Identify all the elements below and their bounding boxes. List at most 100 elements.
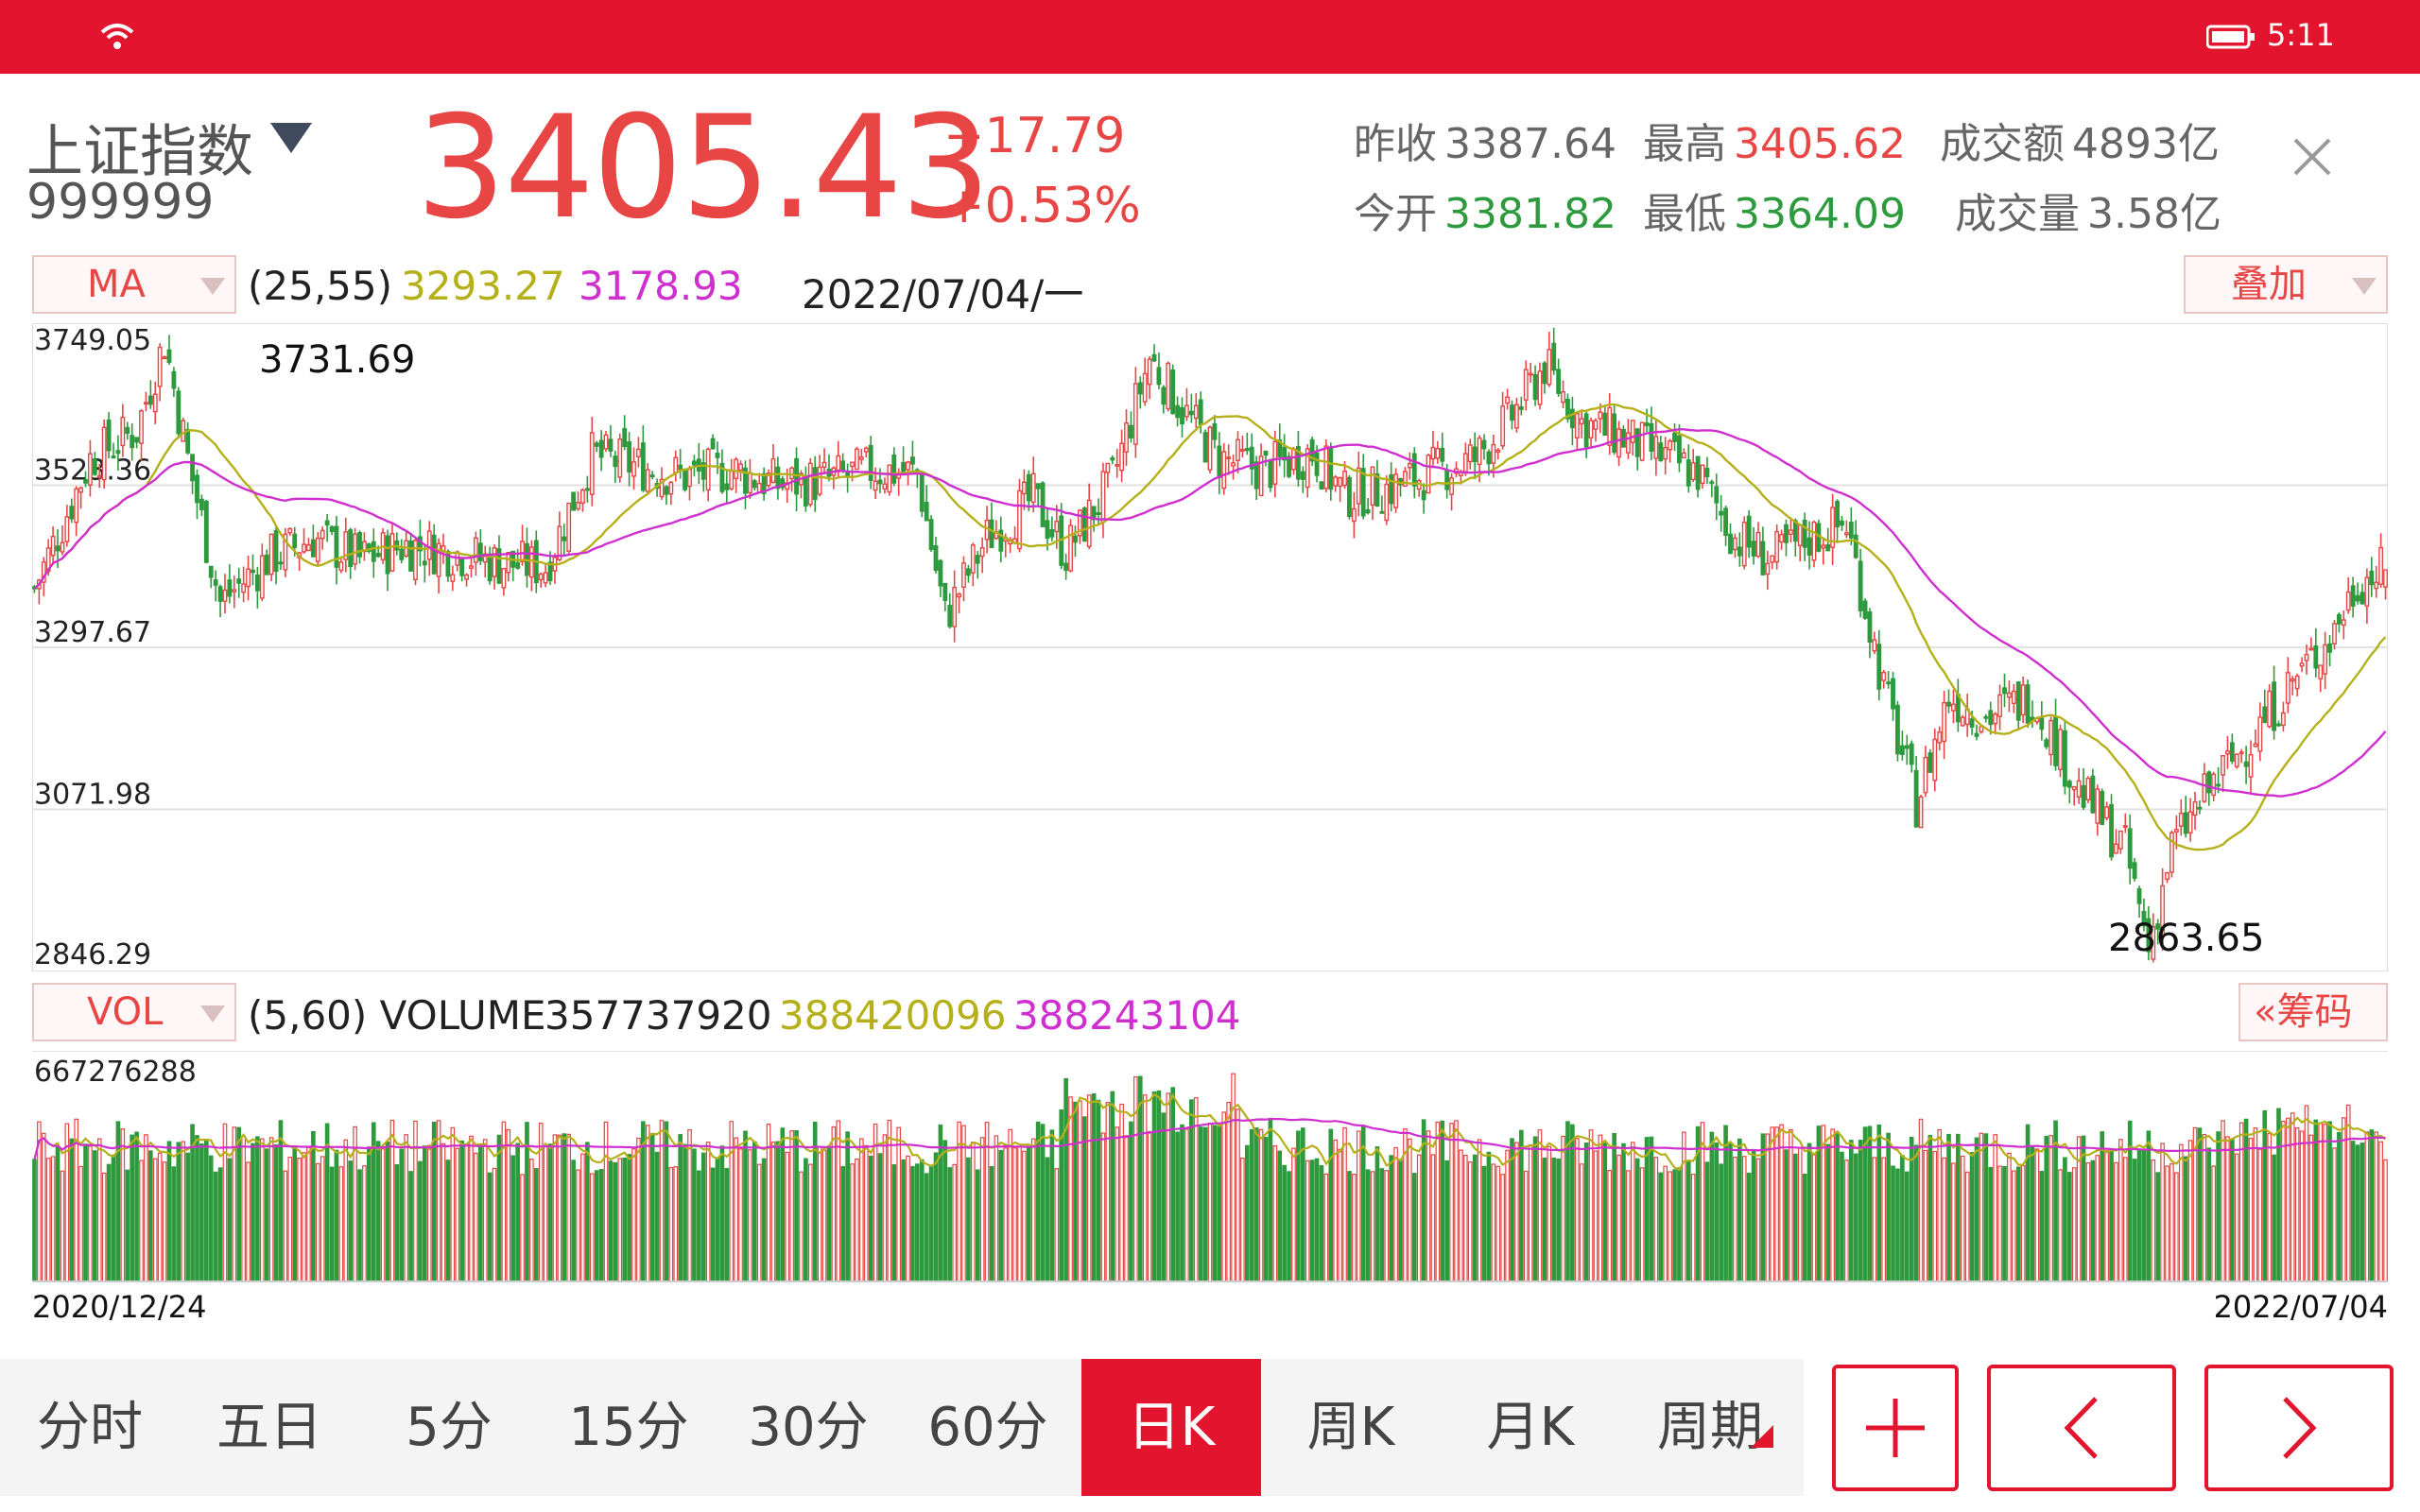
candle-body [408, 540, 414, 572]
candle-body [506, 551, 511, 574]
candle-body [1338, 476, 1343, 488]
volume-bar [203, 1140, 209, 1282]
candle-body [1677, 435, 1682, 464]
volume-bar [362, 1165, 367, 1282]
candle-body [2285, 672, 2290, 704]
volume-bar [251, 1143, 255, 1282]
volume-bar [148, 1150, 153, 1282]
overlay-button[interactable]: 叠加 [2184, 255, 2388, 314]
candle-body [1802, 519, 1807, 548]
candle-body [2318, 664, 2324, 679]
volume-bar [445, 1160, 451, 1282]
volume-bar [1946, 1133, 1951, 1282]
volume-bar [1049, 1129, 1055, 1282]
candle-body [1180, 406, 1184, 425]
volume-bar [1690, 1174, 1696, 1282]
tab-30min[interactable]: 30分 [718, 1359, 898, 1496]
chips-button[interactable]: «筹码 [2238, 983, 2388, 1041]
volume-bar [692, 1148, 697, 1282]
dropdown-arrow-icon[interactable] [268, 119, 314, 157]
volume-bar [2160, 1143, 2165, 1282]
volume-bar [2183, 1156, 2188, 1282]
volume-bar [268, 1137, 274, 1282]
price-chart[interactable]: 3749.053523.363297.673071.982846.293731.… [31, 322, 2389, 975]
volume-bar [320, 1156, 325, 1282]
volume-bar [770, 1141, 776, 1282]
volume-bar [2090, 1160, 2096, 1282]
volume-bar [1997, 1165, 2002, 1282]
volume-bar [130, 1134, 134, 1282]
volume-bar [1918, 1118, 1924, 1282]
close-icon[interactable] [2291, 136, 2333, 178]
next-button[interactable] [2204, 1365, 2394, 1491]
volume-bar [915, 1163, 920, 1282]
volume-bar [1384, 1170, 1390, 1282]
volume-chart[interactable]: 667276288 2020/12/24 2022/07/04 [32, 1050, 2388, 1329]
ma-selector[interactable]: MA [32, 255, 236, 314]
tab-weekly-k[interactable]: 周K [1261, 1359, 1441, 1496]
volume-bar [1054, 1168, 1060, 1282]
candle-body [1054, 521, 1060, 533]
volume-bar [1876, 1124, 1882, 1282]
volume-bar [1491, 1163, 1496, 1282]
candle-body [1115, 463, 1120, 467]
volume-bar [1719, 1163, 1723, 1282]
candle-body [399, 548, 405, 560]
corner-triangle-icon [1751, 1425, 1773, 1448]
volume-bar [1867, 1125, 1873, 1282]
candle-body [817, 466, 822, 495]
candle-body [2336, 613, 2342, 625]
volume-bar [311, 1130, 316, 1282]
zoom-in-button[interactable] [1832, 1365, 1959, 1491]
volume-bar [738, 1148, 743, 1282]
candle-body [1505, 396, 1510, 404]
candle-body [622, 428, 628, 448]
candle-body [882, 483, 888, 490]
candle-body [115, 450, 121, 455]
candle-body [251, 569, 255, 574]
vol-ma2-value: 388243104 [1013, 992, 1241, 1039]
volume-bar [101, 1172, 107, 1282]
candle-body [1574, 413, 1580, 438]
tab-wuri[interactable]: 五日 [180, 1359, 359, 1496]
tab-daily-k[interactable]: 日K [1081, 1359, 1261, 1496]
volume-bar [906, 1155, 910, 1282]
volume-bar [705, 1142, 711, 1282]
volume-bar [547, 1143, 553, 1282]
volume-bar [1110, 1091, 1115, 1282]
stat-low: 最低 3364.09 [1643, 190, 1906, 238]
volume-bar [1951, 1162, 1956, 1282]
candle-body [1407, 462, 1412, 469]
candlestick-chart[interactable]: 3749.053523.363297.673071.982846.293731.… [31, 322, 2389, 972]
candle-body [273, 530, 279, 572]
prev-button[interactable] [1987, 1365, 2176, 1491]
volume-bar [1784, 1149, 1789, 1282]
candle-body [2341, 619, 2346, 627]
tab-5min[interactable]: 5分 [359, 1359, 539, 1496]
candle-body [1561, 390, 1565, 404]
candle-body [1365, 508, 1371, 514]
candle-body [691, 460, 697, 466]
tab-fenshi[interactable]: 分时 [0, 1359, 180, 1496]
volume-bar [1151, 1091, 1157, 1282]
volume-bars[interactable]: 667276288 2020/12/24 2022/07/04 [32, 1050, 2388, 1325]
candle-body [1063, 562, 1069, 571]
candle-body [1872, 639, 1877, 652]
volume-bar [2221, 1120, 2225, 1282]
vol-selector[interactable]: VOL [32, 983, 236, 1041]
volume-bar [1612, 1132, 1616, 1282]
candle-body [2085, 778, 2091, 800]
candle-body [222, 589, 228, 602]
tab-15min[interactable]: 15分 [539, 1359, 718, 1496]
volume-bar [273, 1143, 279, 1282]
candle-body [1583, 413, 1589, 448]
volume-bar [1389, 1155, 1394, 1282]
volume-bar [2015, 1166, 2021, 1282]
chevron-left-icon [2064, 1397, 2098, 1459]
candle-body [2350, 585, 2356, 607]
volume-bar [399, 1148, 405, 1282]
volume-bar [850, 1163, 855, 1282]
tab-60min[interactable]: 60分 [898, 1359, 1078, 1496]
tab-monthly-k[interactable]: 月K [1441, 1359, 1620, 1496]
candle-body [515, 561, 521, 569]
